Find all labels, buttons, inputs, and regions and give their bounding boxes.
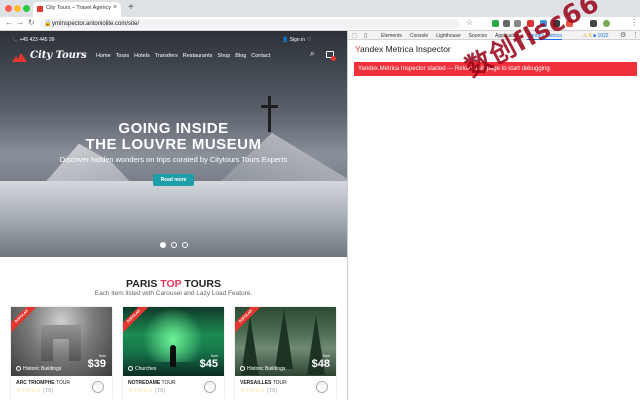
tour-category: Churches	[128, 366, 156, 372]
nav-contact[interactable]: Contact	[251, 53, 270, 59]
devtools-counters[interactable]: ⚠ 6 ■ 1022	[583, 33, 609, 39]
rating-stars: ☆☆☆☆☆ (75)	[16, 388, 54, 394]
lock-icon: 🔒	[44, 21, 52, 27]
category-icon	[240, 366, 245, 372]
inspect-element-icon[interactable]: ⬚	[352, 32, 358, 39]
tour-image[interactable]: POPULAR Historic Buildings from $48	[235, 307, 336, 376]
nav-blog[interactable]: Blog	[235, 53, 246, 59]
tour-price: $45	[199, 358, 218, 370]
cart-badge	[331, 56, 336, 61]
slider-dot-3[interactable]	[182, 242, 188, 248]
category-icon	[128, 366, 133, 372]
section-subtitle: Each item listed with Carousel and Lazy …	[94, 290, 253, 297]
tour-card[interactable]: POPULAR Churches from $45 NOTREDAME TOUR…	[123, 307, 224, 400]
tour-name[interactable]: VERSAILLES TOUR	[240, 380, 287, 386]
rating-stars: ☆☆☆☆☆ (75)	[240, 388, 278, 394]
wishlist-heart-icon[interactable]: ♡	[316, 381, 328, 393]
nav-restaurants[interactable]: Restaurants	[183, 53, 213, 59]
website-page: 📞 +45 423 445 99 👤 Sign in ♡ City Tours …	[0, 31, 347, 400]
tab-elements[interactable]: Elements	[381, 33, 402, 40]
new-tab-button[interactable]: +	[128, 2, 134, 13]
silhouette-image	[170, 345, 176, 367]
rating-stars: ☆☆☆☆☆ (75)	[128, 388, 166, 394]
tour-price: $48	[311, 358, 330, 370]
back-button[interactable]: ←	[5, 18, 13, 27]
tour-image[interactable]: POPULAR Historic Buildings from $39	[11, 307, 112, 376]
read-more-button[interactable]: Read more	[153, 174, 194, 186]
wishlist-heart-icon[interactable]: ♡	[204, 381, 216, 393]
warnings-count: ⚠ 6	[583, 32, 592, 39]
nav-shop[interactable]: Shop	[217, 53, 230, 59]
extension-evernote-icon[interactable]	[492, 20, 499, 27]
wishlist-heart-icon[interactable]: ♡	[92, 381, 104, 393]
browser-tab[interactable]: City Tours – Travel Agency ×	[33, 2, 121, 17]
nav-tours[interactable]: Tours	[116, 53, 129, 59]
profile-avatar-icon[interactable]	[603, 20, 610, 27]
section-title: PARIS TOP TOURS	[126, 278, 221, 290]
nav-home[interactable]: Home	[96, 53, 111, 59]
phone-number[interactable]: 📞 +45 423 445 99	[12, 37, 55, 43]
tree-image	[275, 309, 293, 369]
tour-category: Historic Buildings	[240, 366, 285, 372]
slider-dot-1[interactable]	[160, 242, 166, 248]
slider-dot-2[interactable]	[171, 242, 177, 248]
messages-count: ■ 1022	[593, 32, 609, 39]
tour-name[interactable]: NOTREDAME TOUR	[128, 380, 176, 386]
nav-hotels[interactable]: Hotels	[134, 53, 150, 59]
close-window-button[interactable]	[5, 5, 12, 12]
tab-lighthouse[interactable]: Lighthouse	[436, 33, 460, 40]
minimize-window-button[interactable]	[14, 5, 21, 12]
bookmark-star-icon[interactable]: ☆	[466, 18, 473, 27]
tab-title: City Tours – Travel Agency	[46, 5, 112, 11]
more-options-icon[interactable]: ⋮	[632, 31, 639, 39]
browser-window: City Tours – Travel Agency × + ← → ↻ 🔒 y…	[0, 0, 640, 400]
wishlist-icon[interactable]: ♡	[307, 37, 311, 43]
hero-subtitle: Discover hidden wonders on trips curated…	[59, 155, 288, 164]
hero-title-line2: THE LOUVRE MUSEUM	[85, 136, 262, 153]
device-toolbar-icon[interactable]: ▯	[364, 32, 367, 39]
popular-ribbon: POPULAR	[11, 307, 40, 334]
main-nav: Home Tours Hotels Transfers Restaurants …	[96, 53, 270, 59]
tour-card[interactable]: POPULAR Historic Buildings from $39 ARC …	[11, 307, 112, 400]
tab-console[interactable]: Console	[410, 33, 428, 40]
tour-category: Historic Buildings	[16, 366, 61, 372]
arc-triomphe-image	[41, 325, 81, 361]
tab-close-icon[interactable]: ×	[113, 4, 117, 11]
forward-button[interactable]: →	[16, 18, 24, 27]
reload-button[interactable]: ↻	[28, 18, 35, 27]
address-bar[interactable]: 🔒 ymInspector.antoniolite.com/site/	[40, 19, 460, 29]
url-text[interactable]: ymInspector.antoniolite.com/site/	[52, 21, 139, 27]
hero-slider: 📞 +45 423 445 99 👤 Sign in ♡ City Tours …	[0, 31, 347, 257]
site-logo[interactable]: City Tours	[30, 50, 87, 61]
gear-icon[interactable]: ⚙	[620, 31, 626, 39]
devtools-panel: ⬚ ▯ Elements Console Lighthouse Sources …	[347, 31, 640, 400]
tour-price: $39	[87, 358, 106, 370]
category-icon	[16, 366, 21, 372]
tour-image[interactable]: POPULAR Churches from $45	[123, 307, 224, 376]
inspector-title: Yandex Metrica Inspector	[355, 44, 451, 54]
nav-transfers[interactable]: Transfers	[155, 53, 178, 59]
city-tours-logo-icon	[12, 53, 27, 62]
hero-title-line1: GOING INSIDE	[118, 120, 229, 137]
favicon-icon	[37, 6, 43, 12]
tour-card[interactable]: POPULAR Historic Buildings from $48 VERS…	[235, 307, 336, 400]
sign-in-link[interactable]: 👤 Sign in	[282, 37, 305, 43]
browser-menu-icon[interactable]: ⋮	[630, 18, 638, 27]
tour-name[interactable]: ARC TRIOMPHE TOUR	[16, 380, 70, 386]
summit-cross	[261, 105, 278, 108]
maximize-window-button[interactable]	[23, 5, 30, 12]
search-icon[interactable]: ⌕	[310, 49, 314, 59]
viewport: 📞 +45 423 445 99 👤 Sign in ♡ City Tours …	[0, 31, 640, 400]
